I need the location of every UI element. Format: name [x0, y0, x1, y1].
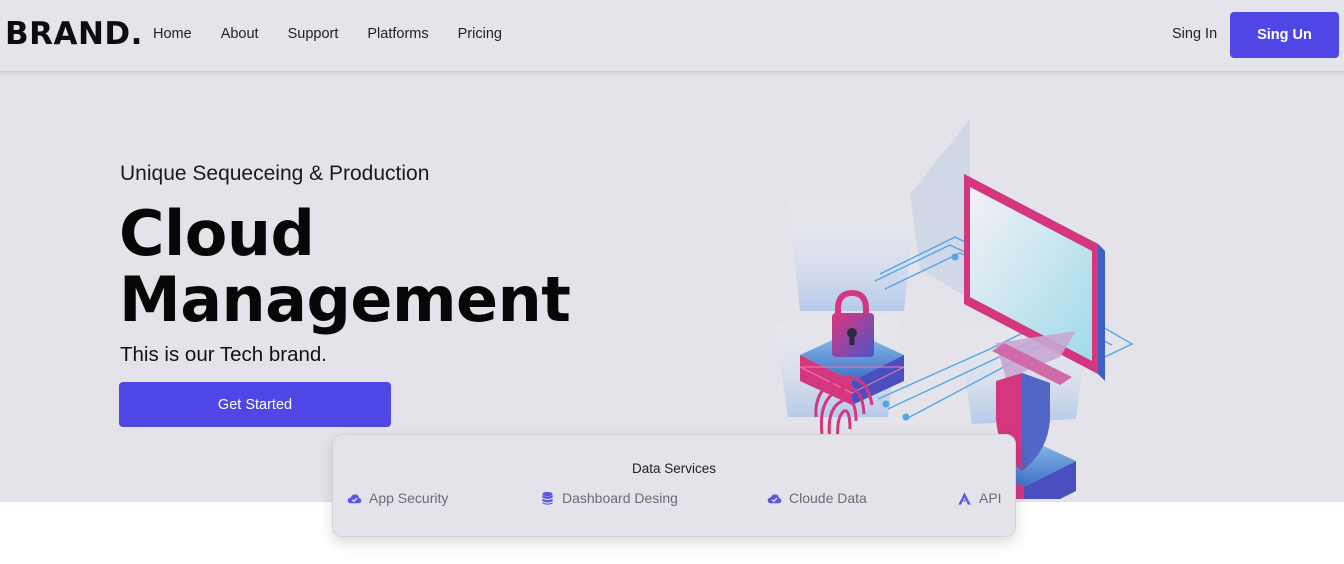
- service-label: App Security: [369, 490, 449, 506]
- database-icon: [542, 491, 553, 505]
- navbar: BRAND. Home About Support Platforms Pric…: [0, 0, 1344, 71]
- get-started-button[interactable]: Get Started: [119, 382, 391, 427]
- data-services-card: Data Services App Security Dashboard Des…: [332, 434, 1016, 537]
- sign-in-link[interactable]: Sing In: [1172, 26, 1217, 42]
- hero-title-line2: Management: [119, 263, 571, 336]
- nav-link-support[interactable]: Support: [288, 26, 339, 42]
- nav-links: Home About Support Platforms Pricing: [153, 26, 531, 42]
- sign-up-button[interactable]: Sing Un: [1230, 12, 1339, 58]
- hero-tagline: This is our Tech brand.: [120, 343, 328, 366]
- api-a-icon: [958, 491, 971, 505]
- service-dashboard-design[interactable]: Dashboard Desing: [540, 490, 678, 506]
- cloud-check-icon: [347, 493, 362, 503]
- brand-logo[interactable]: BRAND.: [5, 16, 143, 52]
- hero-subtitle: Unique Sequeceing & Production: [120, 162, 430, 185]
- nav-link-pricing[interactable]: Pricing: [458, 26, 502, 42]
- hero-title: Cloud Management: [119, 201, 571, 336]
- nav-link-about[interactable]: About: [221, 26, 259, 42]
- service-label: Dashboard Desing: [562, 490, 678, 506]
- data-services-title: Data Services: [631, 461, 717, 476]
- service-label: Cloude Data: [789, 490, 867, 506]
- nav-link-home[interactable]: Home: [153, 26, 192, 42]
- nav-link-platforms[interactable]: Platforms: [367, 26, 428, 42]
- hero-title-line1: Cloud: [119, 197, 315, 270]
- service-app-security[interactable]: App Security: [347, 490, 448, 506]
- service-label: API: [979, 490, 1002, 506]
- service-cloude-data[interactable]: Cloude Data: [767, 490, 867, 506]
- cloud-check-icon: [767, 493, 782, 503]
- service-api[interactable]: API: [957, 490, 1002, 506]
